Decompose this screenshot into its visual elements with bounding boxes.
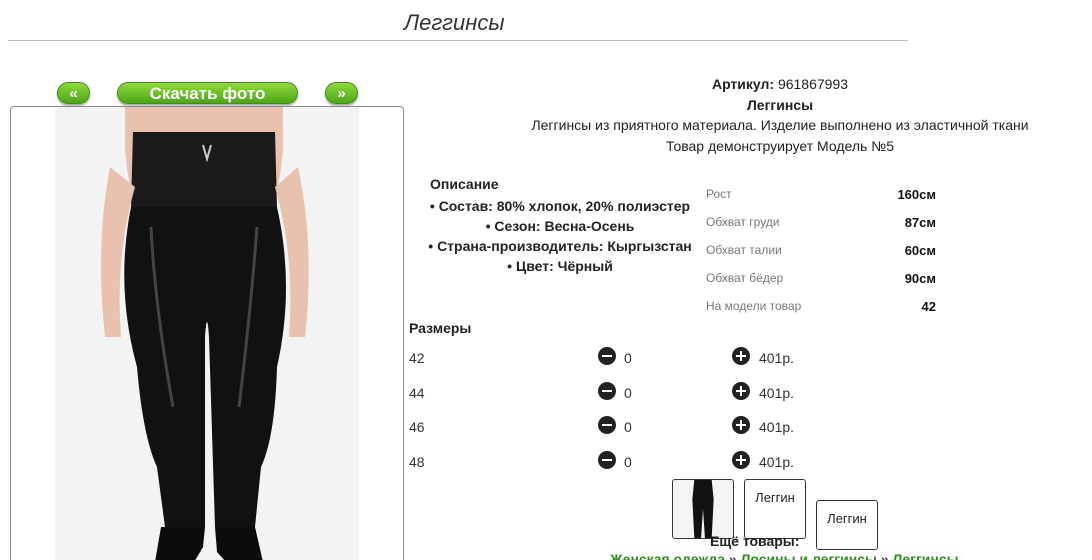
breadcrumb-link[interactable]: Лосины и леггинсы [741, 551, 877, 560]
minus-circle-icon[interactable] [598, 382, 616, 400]
measurement-row: Обхват талии 60см [706, 236, 936, 264]
measurement-label: Обхват груди [706, 215, 780, 229]
thumbnail-leggin-2[interactable]: Леггин [816, 500, 878, 550]
page-title: Леггинсы [404, 10, 505, 35]
measurement-row: Обхват бёдер 90см [706, 264, 936, 292]
next-photo-button[interactable]: » [325, 82, 358, 104]
size-label: 46 [409, 419, 425, 435]
plus-circle-icon[interactable] [732, 451, 750, 469]
measurement-row: Обхват груди 87см [706, 208, 936, 236]
size-label: 48 [409, 454, 425, 470]
measurement-value: 42 [921, 298, 936, 314]
plus-circle-icon[interactable] [732, 382, 750, 400]
breadcrumb-link[interactable]: Леггинсы [893, 551, 959, 560]
breadcrumb-separator: » [880, 551, 889, 560]
article-value: 961867993 [777, 76, 849, 92]
download-photo-button[interactable]: Скачать фото [117, 82, 298, 104]
size-price: 401р. [759, 454, 795, 470]
details-item: Цвет: Чёрный [410, 256, 710, 276]
product-photo-frame [10, 106, 404, 560]
product-description: Леггинсы из приятного материала. Изделие… [531, 117, 1029, 133]
product-photo[interactable] [55, 107, 359, 560]
details-item: Состав: 80% хлопок, 20% полиэстер [410, 196, 710, 216]
measurement-label: Рост [706, 187, 732, 201]
measurement-row: На модели товар 42 [706, 292, 936, 320]
details-list: Состав: 80% хлопок, 20% полиэстер Сезон:… [410, 196, 710, 276]
details-block: Описание Состав: 80% хлопок, 20% полиэст… [410, 176, 710, 276]
sizes-heading: Размеры [409, 320, 472, 336]
breadcrumb-separator: » [728, 551, 737, 560]
measurement-value: 160см [897, 186, 936, 202]
size-quantity: 0 [624, 419, 632, 435]
measurement-row: Рост 160см [706, 180, 936, 208]
measurement-value: 90см [904, 270, 936, 286]
plus-circle-icon[interactable] [732, 416, 750, 434]
measurement-label: Обхват бёдер [706, 271, 784, 285]
size-quantity: 0 [624, 454, 632, 470]
plus-circle-icon[interactable] [732, 347, 750, 365]
size-price: 401р. [759, 385, 795, 401]
minus-circle-icon[interactable] [598, 451, 616, 469]
thumbnail-leggin-1[interactable]: Леггин [744, 479, 806, 539]
size-row: 48 0 401р. [409, 450, 829, 474]
size-quantity: 0 [624, 385, 632, 401]
measurement-value: 60см [904, 242, 936, 258]
measurement-value: 87см [904, 214, 936, 230]
model-measurements: Рост 160см Обхват груди 87см Обхват тали… [706, 180, 936, 320]
size-label: 42 [409, 350, 425, 366]
size-label: 44 [409, 385, 425, 401]
size-price: 401р. [759, 350, 795, 366]
size-price: 401р. [759, 419, 795, 435]
product-article: Артикул: 961867993 [470, 76, 1090, 92]
article-label: Артикул: [711, 76, 775, 92]
prev-photo-button[interactable]: « [57, 82, 90, 104]
minus-circle-icon[interactable] [598, 416, 616, 434]
breadcrumb: Женская одежда » Лосины и леггинсы » Лег… [610, 551, 959, 560]
size-row: 44 0 401р. [409, 381, 829, 405]
size-quantity: 0 [624, 350, 632, 366]
details-heading: Описание [430, 176, 499, 192]
details-item: Страна-производитель: Кыргызстан [410, 236, 710, 256]
measurement-label: На модели товар [706, 299, 802, 313]
minus-circle-icon[interactable] [598, 347, 616, 365]
thumbnail-photo[interactable] [672, 479, 734, 539]
model-note: Товар демонструирует Модель №5 [666, 138, 894, 154]
measurement-label: Обхват талии [706, 243, 782, 257]
product-name: Леггинсы [746, 97, 814, 113]
more-products-heading: Ещё товары: [710, 533, 800, 549]
details-item: Сезон: Весна-Осень [410, 216, 710, 236]
size-row: 46 0 401р. [409, 415, 829, 439]
title-divider [8, 40, 908, 41]
breadcrumb-link[interactable]: Женская одежда [610, 551, 725, 560]
size-row: 42 0 401р. [409, 346, 829, 370]
